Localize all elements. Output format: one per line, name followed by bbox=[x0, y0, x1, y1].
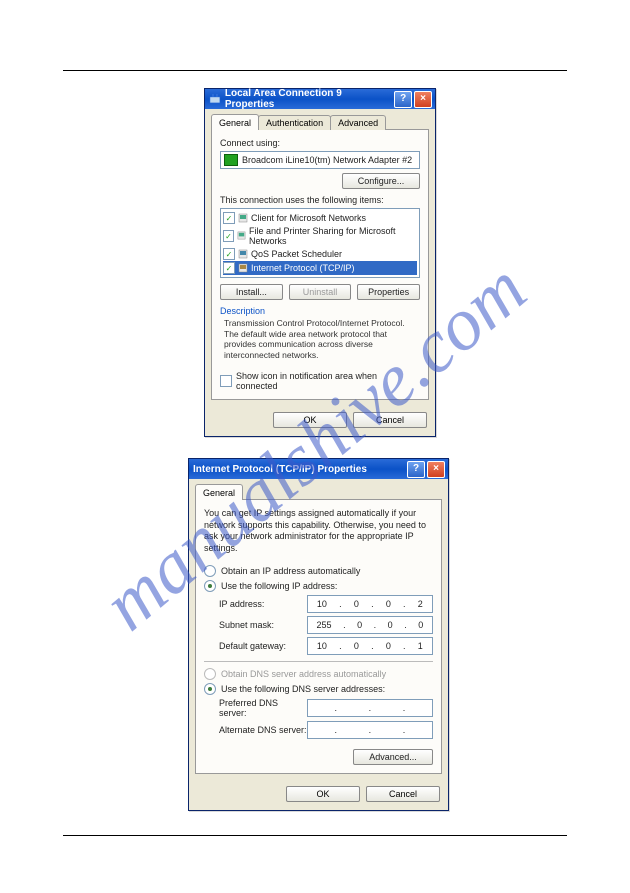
page-rule-top bbox=[63, 70, 567, 71]
radio-auto-dns-label: Obtain DNS server address automatically bbox=[221, 669, 386, 679]
titlebar[interactable]: Local Area Connection 9 Properties ? × bbox=[205, 89, 435, 109]
list-item[interactable]: ✓ File and Printer Sharing for Microsoft… bbox=[223, 225, 417, 247]
page-rule-bottom bbox=[63, 835, 567, 836]
list-item[interactable]: ✓ Internet Protocol (TCP/IP) bbox=[223, 261, 417, 275]
adapter-icon bbox=[224, 154, 238, 166]
checkbox-icon[interactable]: ✓ bbox=[223, 248, 235, 260]
help-button[interactable]: ? bbox=[394, 91, 412, 108]
close-button[interactable]: × bbox=[414, 91, 432, 108]
lan-properties-dialog: Local Area Connection 9 Properties ? × G… bbox=[204, 88, 436, 437]
adapter-field: Broadcom iLine10(tm) Network Adapter #2 bbox=[220, 151, 420, 169]
radio-use-ip[interactable] bbox=[204, 580, 216, 592]
tab-advanced[interactable]: Advanced bbox=[330, 115, 386, 130]
list-item-label: File and Printer Sharing for Microsoft N… bbox=[249, 226, 417, 246]
radio-use-dns-label: Use the following DNS server addresses: bbox=[221, 684, 385, 694]
description-text: Transmission Control Protocol/Internet P… bbox=[220, 316, 420, 363]
ok-button[interactable]: OK bbox=[273, 412, 347, 428]
tcpip-properties-dialog: Internet Protocol (TCP/IP) Properties ? … bbox=[188, 458, 449, 811]
list-item[interactable]: ✓ Client for Microsoft Networks bbox=[223, 211, 417, 225]
tabstrip: General Authentication Advanced bbox=[211, 115, 429, 130]
show-icon-checkbox[interactable]: ✓ bbox=[220, 375, 232, 387]
show-icon-label: Show icon in notification area when conn… bbox=[236, 371, 420, 391]
client-icon bbox=[238, 213, 248, 223]
titlebar[interactable]: Internet Protocol (TCP/IP) Properties ? … bbox=[189, 459, 448, 479]
ok-button[interactable]: OK bbox=[286, 786, 360, 802]
cancel-button[interactable]: Cancel bbox=[353, 412, 427, 428]
ip-label: IP address: bbox=[219, 599, 307, 609]
items-label: This connection uses the following items… bbox=[220, 195, 420, 205]
dialog-footer: OK Cancel bbox=[205, 406, 435, 436]
tab-panel-general: Connect using: Broadcom iLine10(tm) Netw… bbox=[211, 129, 429, 400]
description-label: Description bbox=[220, 306, 420, 316]
pref-dns-input[interactable]: . . . bbox=[307, 699, 433, 717]
install-button[interactable]: Install... bbox=[220, 284, 283, 300]
dialog-footer: OK Cancel bbox=[189, 780, 448, 810]
cancel-button[interactable]: Cancel bbox=[366, 786, 440, 802]
adapter-name: Broadcom iLine10(tm) Network Adapter #2 bbox=[242, 155, 412, 165]
alt-dns-label: Alternate DNS server: bbox=[219, 725, 307, 735]
radio-use-dns[interactable] bbox=[204, 683, 216, 695]
subnet-label: Subnet mask: bbox=[219, 620, 307, 630]
properties-button[interactable]: Properties bbox=[357, 284, 420, 300]
advanced-button[interactable]: Advanced... bbox=[353, 749, 433, 765]
configure-button[interactable]: Configure... bbox=[342, 173, 420, 189]
pref-dns-label: Preferred DNS server: bbox=[219, 698, 307, 718]
qos-icon bbox=[238, 249, 248, 259]
protocol-list[interactable]: ✓ Client for Microsoft Networks ✓ File a… bbox=[220, 208, 420, 278]
list-item[interactable]: ✓ QoS Packet Scheduler bbox=[223, 247, 417, 261]
ip-input[interactable]: 10. 0. 0. 2 bbox=[307, 595, 433, 613]
gateway-label: Default gateway: bbox=[219, 641, 307, 651]
list-item-label: Internet Protocol (TCP/IP) bbox=[251, 263, 355, 273]
checkbox-icon[interactable]: ✓ bbox=[223, 212, 235, 224]
tab-authentication[interactable]: Authentication bbox=[258, 115, 331, 130]
tab-panel-general: You can get IP settings assigned automat… bbox=[195, 499, 442, 774]
gateway-input[interactable]: 10. 0. 0. 1 bbox=[307, 637, 433, 655]
list-item-label: QoS Packet Scheduler bbox=[251, 249, 342, 259]
uninstall-button: Uninstall bbox=[289, 284, 352, 300]
dialog-title: Internet Protocol (TCP/IP) Properties bbox=[193, 464, 367, 475]
help-button[interactable]: ? bbox=[407, 461, 425, 478]
checkbox-icon[interactable]: ✓ bbox=[223, 230, 234, 242]
intro-text: You can get IP settings assigned automat… bbox=[204, 508, 433, 555]
tcpip-icon bbox=[238, 263, 248, 273]
subnet-input[interactable]: 255. 0. 0. 0 bbox=[307, 616, 433, 634]
tab-general[interactable]: General bbox=[211, 114, 259, 130]
dialog-title: Local Area Connection 9 Properties bbox=[225, 88, 392, 110]
radio-auto-dns bbox=[204, 668, 216, 680]
radio-use-ip-label: Use the following IP address: bbox=[221, 581, 337, 591]
fileprint-icon bbox=[237, 231, 246, 241]
connection-icon bbox=[209, 93, 221, 105]
radio-auto-ip-label: Obtain an IP address automatically bbox=[221, 566, 360, 576]
alt-dns-input[interactable]: . . . bbox=[307, 721, 433, 739]
close-button[interactable]: × bbox=[427, 461, 445, 478]
checkbox-icon[interactable]: ✓ bbox=[223, 262, 235, 274]
list-item-label: Client for Microsoft Networks bbox=[251, 213, 366, 223]
radio-auto-ip[interactable] bbox=[204, 565, 216, 577]
tab-general[interactable]: General bbox=[195, 484, 243, 500]
connect-using-label: Connect using: bbox=[220, 138, 420, 148]
